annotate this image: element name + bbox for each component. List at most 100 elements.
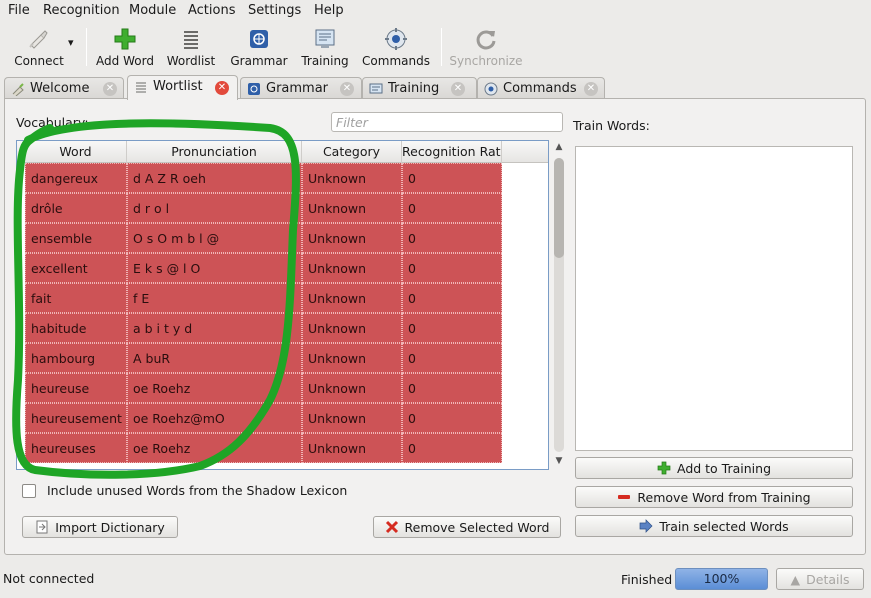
cell-category[interactable]: Unknown [302, 403, 402, 433]
vertical-scrollbar[interactable]: ▲ ▼ [551, 140, 567, 470]
cell-category[interactable]: Unknown [302, 373, 402, 403]
import-dictionary-label: Import Dictionary [55, 519, 165, 535]
table-row[interactable]: fait f E Unknown 0 [17, 283, 548, 313]
table-row[interactable]: hambourg A buR Unknown 0 [17, 343, 548, 373]
tab-welcome[interactable]: Welcome ✕ [4, 77, 124, 99]
cell-pronunciation[interactable]: A buR [127, 343, 302, 373]
cell-pronunciation[interactable]: oe Roehz@mO [127, 403, 302, 433]
cell-word[interactable]: heureuses [25, 433, 127, 463]
cell-recognition-rate[interactable]: 0 [402, 253, 502, 283]
import-dictionary-button[interactable]: Import Dictionary [22, 516, 178, 538]
menu-recognition[interactable]: Recognition [43, 3, 120, 18]
cell-category[interactable]: Unknown [302, 223, 402, 253]
close-icon[interactable]: ✕ [215, 81, 229, 95]
cell-word[interactable]: fait [25, 283, 127, 313]
cell-category[interactable]: Unknown [302, 253, 402, 283]
cell-pronunciation[interactable]: d A Z R oeh [127, 163, 302, 193]
add-word-label: Add Word [96, 54, 154, 68]
table-row[interactable]: dangereux d A Z R oeh Unknown 0 [17, 163, 548, 193]
cell-category[interactable]: Unknown [302, 283, 402, 313]
cell-recognition-rate[interactable]: 0 [402, 373, 502, 403]
table-row[interactable]: ensemble O s O m b l @ Unknown 0 [17, 223, 548, 253]
cell-pronunciation[interactable]: oe Roehz [127, 373, 302, 403]
column-header-word[interactable]: Word [25, 141, 127, 163]
add-to-training-button[interactable]: Add to Training [575, 457, 853, 479]
scroll-track[interactable] [554, 158, 564, 452]
cell-recognition-rate[interactable]: 0 [402, 193, 502, 223]
cell-pronunciation[interactable]: E k s @ l O [127, 253, 302, 283]
cell-pronunciation[interactable]: oe Roehz [127, 433, 302, 463]
filter-input[interactable] [331, 112, 563, 132]
cell-category[interactable]: Unknown [302, 433, 402, 463]
column-header-recognition-rate[interactable]: Recognition Rate [402, 141, 502, 163]
commands-button[interactable]: Commands [362, 27, 430, 68]
cell-word[interactable]: heureuse [25, 373, 127, 403]
tab-grammar[interactable]: Grammar ✕ [240, 77, 362, 99]
cell-recognition-rate[interactable]: 0 [402, 403, 502, 433]
cell-word[interactable]: dangereux [25, 163, 127, 193]
close-icon[interactable]: ✕ [451, 82, 465, 96]
cell-word[interactable]: hambourg [25, 343, 127, 373]
connection-status: Not connected [3, 571, 95, 586]
remove-from-training-button[interactable]: Remove Word from Training [575, 486, 853, 508]
column-header-pronunciation[interactable]: Pronunciation [127, 141, 302, 163]
cell-recognition-rate[interactable]: 0 [402, 433, 502, 463]
close-icon[interactable]: ✕ [340, 82, 354, 96]
cell-category[interactable]: Unknown [302, 193, 402, 223]
scroll-up-icon[interactable]: ▲ [554, 142, 564, 152]
table-row[interactable]: heureuses oe Roehz Unknown 0 [17, 433, 548, 463]
cell-recognition-rate[interactable]: 0 [402, 223, 502, 253]
cell-category[interactable]: Unknown [302, 343, 402, 373]
menu-help[interactable]: Help [314, 3, 344, 18]
close-icon[interactable]: ✕ [103, 82, 117, 96]
cell-recognition-rate[interactable]: 0 [402, 343, 502, 373]
cell-word[interactable]: heureusement [25, 403, 127, 433]
grammar-button[interactable]: Grammar [229, 27, 289, 68]
table-row[interactable]: heureusement oe Roehz@mO Unknown 0 [17, 403, 548, 433]
details-button[interactable]: ▲ Details [776, 568, 864, 590]
training-button[interactable]: Training [300, 27, 350, 68]
table-row[interactable]: heureuse oe Roehz Unknown 0 [17, 373, 548, 403]
cell-recognition-rate[interactable]: 0 [402, 313, 502, 343]
cell-word[interactable]: drôle [25, 193, 127, 223]
scroll-down-icon[interactable]: ▼ [554, 456, 564, 466]
scroll-thumb[interactable] [554, 158, 564, 258]
cell-recognition-rate[interactable]: 0 [402, 163, 502, 193]
train-selected-words-button[interactable]: Train selected Words [575, 515, 853, 537]
menu-actions[interactable]: Actions [188, 3, 236, 18]
tab-wortlist[interactable]: Wortlist ✕ [127, 75, 238, 100]
table-row[interactable]: drôle d r o l Unknown 0 [17, 193, 548, 223]
vocabulary-table[interactable]: Word Pronunciation Category Recognition … [16, 140, 549, 470]
cell-word[interactable]: excellent [25, 253, 127, 283]
remove-from-training-label: Remove Word from Training [637, 489, 811, 505]
column-header-category[interactable]: Category [302, 141, 402, 163]
synchronize-button[interactable]: Synchronize [449, 27, 523, 68]
training-label: Training [301, 54, 349, 68]
cell-category[interactable]: Unknown [302, 313, 402, 343]
menu-settings[interactable]: Settings [248, 3, 301, 18]
grammar-label: Grammar [230, 54, 288, 68]
train-words-list[interactable] [575, 146, 853, 451]
menu-file[interactable]: File [8, 3, 30, 18]
cell-pronunciation[interactable]: d r o l [127, 193, 302, 223]
cell-category[interactable]: Unknown [302, 163, 402, 193]
connect-button[interactable]: Connect [14, 27, 64, 68]
cell-recognition-rate[interactable]: 0 [402, 283, 502, 313]
cell-word[interactable]: ensemble [25, 223, 127, 253]
connect-dropdown-icon[interactable]: ▾ [68, 36, 82, 50]
add-word-button[interactable]: Add Word [95, 27, 155, 68]
tab-training[interactable]: Training ✕ [362, 77, 477, 99]
tab-commands[interactable]: Commands ✕ [477, 77, 605, 99]
cell-word[interactable]: habitude [25, 313, 127, 343]
cell-pronunciation[interactable]: f E [127, 283, 302, 313]
remove-selected-word-button[interactable]: Remove Selected Word [373, 516, 561, 538]
cell-pronunciation[interactable]: O s O m b l @ [127, 223, 302, 253]
table-row[interactable]: excellent E k s @ l O Unknown 0 [17, 253, 548, 283]
up-arrow-icon: ▲ [790, 571, 801, 587]
cell-pronunciation[interactable]: a b i t y d [127, 313, 302, 343]
close-icon[interactable]: ✕ [584, 82, 598, 96]
menu-module[interactable]: Module [129, 3, 176, 18]
wordlist-button[interactable]: Wordlist [165, 27, 217, 68]
table-row[interactable]: habitude a b i t y d Unknown 0 [17, 313, 548, 343]
include-unused-checkbox[interactable] [22, 484, 36, 498]
